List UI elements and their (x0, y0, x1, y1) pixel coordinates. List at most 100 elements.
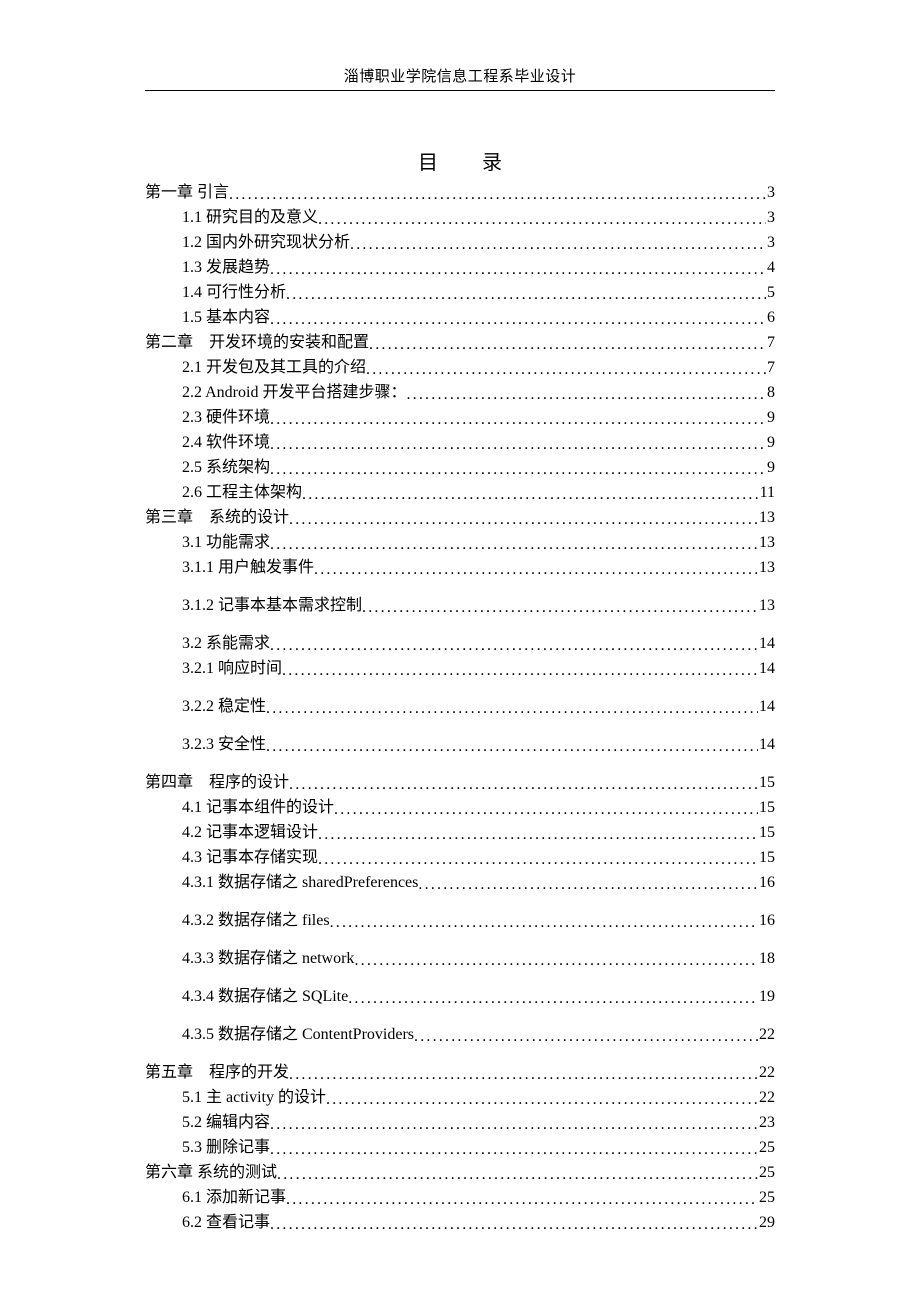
toc-entry[interactable]: 2.1 开发包及其工具的介绍7 (145, 356, 775, 380)
toc-entry[interactable]: 1.1 研究目的及意义 3 (145, 206, 775, 230)
toc-entry-label: 4.1 记事本组件的设计 (182, 796, 334, 820)
toc-entry[interactable]: 4.2 记事本逻辑设计 15 (145, 821, 775, 845)
toc-entry-page: 9 (766, 406, 775, 430)
toc-entry-page: 23 (758, 1111, 775, 1135)
toc-leader-dots (270, 433, 766, 455)
toc-container: 第一章 引言31.1 研究目的及意义31.2 国内外研究现状分析 31.3 发展… (145, 181, 775, 1235)
toc-entry-label: 3.1 功能需求 (182, 531, 270, 555)
toc-leader-dots (318, 823, 758, 845)
toc-entry-label: 2.5 系统架构 (182, 456, 270, 480)
toc-entry[interactable]: 5.2 编辑内容 23 (145, 1111, 775, 1135)
toc-entry[interactable]: 第六章 系统的测试25 (145, 1161, 775, 1185)
toc-entry[interactable]: 2.6 工程主体架构 11 (145, 481, 775, 505)
toc-entry-page: 29 (758, 1211, 775, 1235)
toc-entry[interactable]: 2.4 软件环境9 (145, 431, 775, 455)
toc-entry-page: 22 (758, 1086, 775, 1110)
toc-entry[interactable]: 6.2 查看记事 29 (145, 1211, 775, 1235)
toc-entry[interactable]: 2.3 硬件环境 9 (145, 406, 775, 430)
toc-entry-page: 3 (766, 231, 775, 255)
toc-entry-page: 4 (766, 256, 775, 280)
toc-entry-page: 14 (758, 695, 775, 719)
toc-entry-label: 1.1 研究目的及意义 (182, 206, 318, 230)
toc-entry-page: 15 (758, 821, 775, 845)
toc-entry[interactable]: 3.2 系能需求14 (145, 632, 775, 656)
toc-entry[interactable]: 第五章 程序的开发22 (145, 1061, 775, 1085)
toc-entry-page: 16 (758, 871, 775, 895)
toc-entry[interactable]: 3.1 功能需求 13 (145, 531, 775, 555)
toc-entry[interactable]: 5.3 删除记事25 (145, 1136, 775, 1160)
toc-entry[interactable]: 3.1.1 用户触发事件13 (145, 556, 775, 580)
toc-entry-page: 13 (758, 531, 775, 555)
toc-entry-page: 13 (758, 556, 775, 580)
toc-entry-label: 1.2 国内外研究现状分析 (182, 231, 350, 255)
toc-entry[interactable]: 1.5 基本内容 6 (145, 306, 775, 330)
toc-entry[interactable]: 4.3.2 数据存储之 files16 (145, 909, 775, 933)
toc-entry[interactable]: 4.3.4 数据存储之 SQLite 19 (145, 985, 775, 1009)
toc-entry-label: 1.4 可行性分析 (182, 281, 286, 305)
toc-entry[interactable]: 2.5 系统架构 9 (145, 456, 775, 480)
toc-entry[interactable]: 3.2.3 安全性14 (145, 733, 775, 757)
toc-entry[interactable]: 2.2 Android 开发平台搭建步骤： 8 (145, 381, 775, 405)
toc-entry-label: 第四章 程序的设计 (145, 771, 289, 795)
toc-leader-dots (362, 596, 758, 618)
toc-entry-page: 25 (758, 1161, 775, 1185)
toc-entry[interactable]: 4.3.5 数据存储之 ContentProviders22 (145, 1023, 775, 1047)
header-divider (145, 90, 775, 91)
toc-entry-page: 13 (758, 594, 775, 618)
toc-leader-dots (270, 1213, 758, 1235)
toc-leader-dots (270, 258, 766, 280)
toc-entry[interactable]: 4.3 记事本存储实现15 (145, 846, 775, 870)
toc-entry-page: 19 (758, 985, 775, 1009)
toc-entry[interactable]: 3.1.2 记事本基本需求控制 13 (145, 594, 775, 618)
toc-leader-dots (266, 697, 758, 719)
toc-entry-label: 第三章 系统的设计 (145, 506, 289, 530)
toc-title: 目 录 (145, 146, 775, 175)
toc-entry-page: 7 (766, 331, 775, 355)
toc-entry-page: 15 (758, 771, 775, 795)
toc-leader-dots (270, 458, 766, 480)
toc-entry-page: 22 (758, 1023, 775, 1047)
toc-entry-label: 2.3 硬件环境 (182, 406, 270, 430)
toc-entry[interactable]: 4.1 记事本组件的设计 15 (145, 796, 775, 820)
toc-entry[interactable]: 3.2.1 响应时间14 (145, 657, 775, 681)
toc-entry-page: 22 (758, 1061, 775, 1085)
toc-leader-dots (366, 358, 766, 380)
toc-leader-dots (270, 308, 766, 330)
toc-entry[interactable]: 第二章 开发环境的安装和配置7 (145, 331, 775, 355)
toc-entry-page: 16 (758, 909, 775, 933)
toc-entry[interactable]: 第三章 系统的设计 13 (145, 506, 775, 530)
toc-entry-label: 5.2 编辑内容 (182, 1111, 270, 1135)
toc-entry-label: 3.2.3 安全性 (182, 733, 266, 757)
toc-entry[interactable]: 4.3.1 数据存储之 sharedPreferences 16 (145, 871, 775, 895)
toc-entry[interactable]: 1.2 国内外研究现状分析 3 (145, 231, 775, 255)
toc-entry-label: 6.2 查看记事 (182, 1211, 270, 1235)
toc-entry-label: 4.3.1 数据存储之 sharedPreferences (182, 871, 418, 895)
toc-entry[interactable]: 6.1 添加新记事 25 (145, 1186, 775, 1210)
toc-entry-label: 第一章 引言 (145, 181, 229, 205)
toc-entry-label: 4.2 记事本逻辑设计 (182, 821, 318, 845)
toc-entry-label: 3.1.2 记事本基本需求控制 (182, 594, 362, 618)
toc-leader-dots (369, 333, 766, 355)
toc-entry[interactable]: 第一章 引言3 (145, 181, 775, 205)
toc-leader-dots (286, 283, 766, 305)
toc-entry-label: 4.3 记事本存储实现 (182, 846, 318, 870)
toc-entry-page: 25 (758, 1136, 775, 1160)
toc-leader-dots (286, 1188, 758, 1210)
toc-entry-page: 18 (758, 947, 775, 971)
toc-entry-label: 2.2 Android 开发平台搭建步骤： (182, 381, 406, 405)
toc-entry-label: 5.1 主 activity 的设计 (182, 1086, 326, 1110)
toc-entry[interactable]: 5.1 主 activity 的设计 22 (145, 1086, 775, 1110)
toc-entry-page: 3 (766, 206, 775, 230)
toc-leader-dots (354, 949, 758, 971)
toc-entry-page: 13 (758, 506, 775, 530)
toc-entry[interactable]: 3.2.2 稳定性14 (145, 695, 775, 719)
toc-entry[interactable]: 1.3 发展趋势 4 (145, 256, 775, 280)
toc-entry-page: 8 (766, 381, 775, 405)
toc-entry[interactable]: 第四章 程序的设计 15 (145, 771, 775, 795)
toc-entry[interactable]: 1.4 可行性分析 5 (145, 281, 775, 305)
toc-entry-label: 6.1 添加新记事 (182, 1186, 286, 1210)
toc-entry[interactable]: 4.3.3 数据存储之 network 18 (145, 947, 775, 971)
toc-leader-dots (270, 1113, 758, 1135)
toc-leader-dots (350, 233, 766, 255)
toc-entry-page: 15 (758, 796, 775, 820)
